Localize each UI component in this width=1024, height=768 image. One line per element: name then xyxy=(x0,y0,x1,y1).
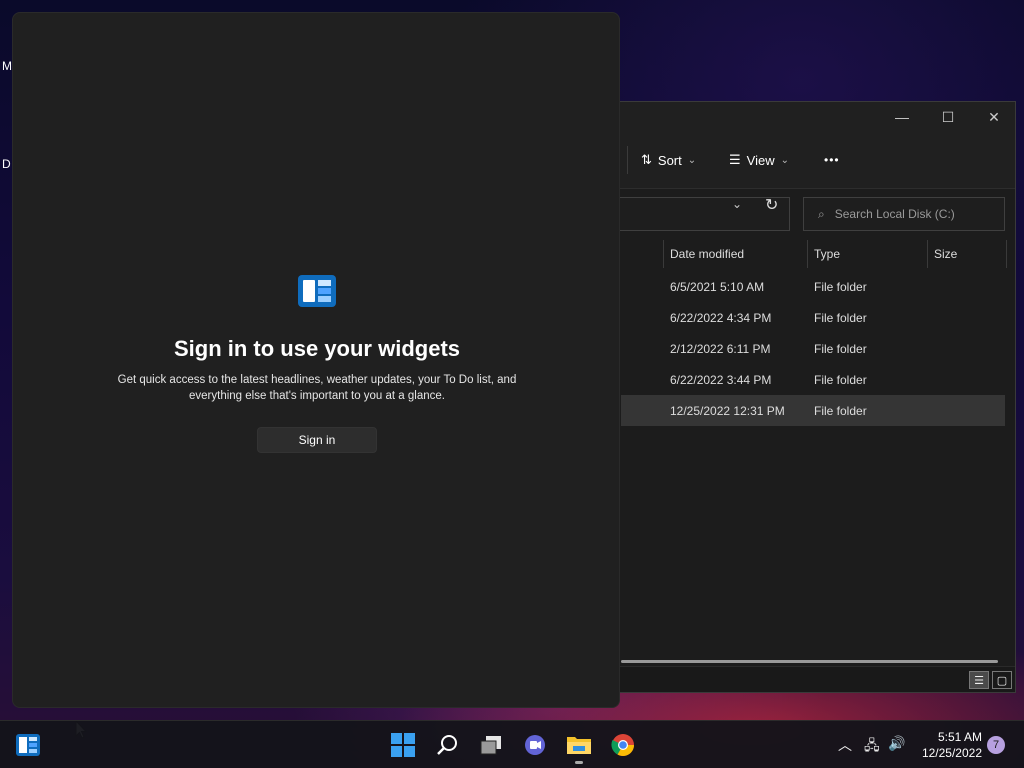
file-list: 6/5/2021 5:10 AM File folder 6/22/2022 4… xyxy=(621,271,1005,426)
tiles-view-icon[interactable]: ▢ xyxy=(992,671,1012,689)
widgets-icon xyxy=(298,275,336,307)
address-row: ⌄ ↻ ⌕ Search Local Disk (C:) xyxy=(601,189,1015,241)
table-row[interactable]: 6/22/2022 3:44 PM File folder xyxy=(621,364,1005,395)
search-box[interactable]: ⌕ Search Local Disk (C:) xyxy=(803,197,1005,231)
cell-type: File folder xyxy=(814,342,867,356)
more-options-button[interactable]: ••• xyxy=(824,148,840,172)
table-row-selected[interactable]: 12/25/2022 12:31 PM File folder xyxy=(621,395,1005,426)
cell-date: 6/22/2022 3:44 PM xyxy=(670,373,772,387)
search-placeholder: Search Local Disk (C:) xyxy=(834,207,955,221)
table-row[interactable]: 2/12/2022 6:11 PM File folder xyxy=(621,333,1005,364)
view-icon: ☰ xyxy=(729,152,741,167)
table-row[interactable]: 6/5/2021 5:10 AM File folder xyxy=(621,271,1005,302)
view-button[interactable]: ☰ View ⌄ xyxy=(729,148,789,172)
widgets-panel: Sign in to use your widgets Get quick ac… xyxy=(12,12,620,708)
chevron-down-icon: ⌄ xyxy=(780,154,789,166)
search-icon: ⌕ xyxy=(818,206,825,221)
search-icon[interactable] xyxy=(433,731,461,759)
clock[interactable]: 5:51 AM 12/25/2022 xyxy=(922,729,982,761)
minimize-button[interactable]: — xyxy=(879,102,925,132)
address-bar[interactable] xyxy=(601,197,790,231)
notification-badge[interactable]: 7 xyxy=(987,736,1005,754)
cell-date: 6/22/2022 4:34 PM xyxy=(670,311,772,325)
desktop-icon-label[interactable]: D xyxy=(2,157,11,171)
volume-icon[interactable]: 🔊 xyxy=(888,735,905,752)
widgets-icon[interactable] xyxy=(14,731,42,759)
refresh-icon[interactable]: ↻ xyxy=(765,195,778,215)
column-header-type[interactable]: Type xyxy=(807,240,927,268)
status-bar: ☰ ▢ xyxy=(601,666,1015,692)
cell-type: File folder xyxy=(814,373,867,387)
cell-date: 2/12/2022 6:11 PM xyxy=(670,342,771,356)
taskbar: ︿ 🖧 🔊 5:51 AM 12/25/2022 7 xyxy=(0,720,1024,768)
close-button[interactable]: ✕ xyxy=(971,102,1017,132)
details-view-icon[interactable]: ☰ xyxy=(969,671,989,689)
clock-date: 12/25/2022 xyxy=(921,746,982,760)
file-explorer-window: — ☐ ✕ ⇅ Sort ⌄ ☰ View ⌄ ••• ⌄ ↻ ⌕ Search… xyxy=(600,101,1016,693)
maximize-button[interactable]: ☐ xyxy=(925,102,971,132)
sort-icon: ⇅ xyxy=(641,152,652,167)
clock-time: 5:51 AM xyxy=(937,730,982,744)
widgets-title: Sign in to use your widgets xyxy=(173,336,461,361)
teams-chat-icon[interactable] xyxy=(521,731,549,759)
cell-date: 6/5/2021 5:10 AM xyxy=(670,280,765,294)
desktop-icon-label[interactable]: M xyxy=(2,59,12,73)
horizontal-scrollbar[interactable] xyxy=(621,660,998,663)
toolbar-divider xyxy=(627,146,628,174)
table-row[interactable]: 6/22/2022 4:34 PM File folder xyxy=(621,302,1005,333)
start-icon[interactable] xyxy=(389,731,417,759)
cell-type: File folder xyxy=(814,404,867,418)
sort-label: Sort xyxy=(657,152,682,168)
running-indicator xyxy=(575,761,583,764)
cell-type: File folder xyxy=(814,280,867,294)
view-label: View xyxy=(746,152,775,168)
sort-button[interactable]: ⇅ Sort ⌄ xyxy=(641,148,696,172)
column-header-date[interactable]: Date modified xyxy=(663,240,807,268)
show-hidden-icons-chevron-icon[interactable]: ︿ xyxy=(838,735,852,755)
file-explorer-icon[interactable] xyxy=(565,731,593,759)
title-bar[interactable]: — ☐ ✕ xyxy=(601,102,1015,132)
command-bar: ⇅ Sort ⌄ ☰ View ⌄ ••• xyxy=(601,132,1015,189)
chevron-down-icon: ⌄ xyxy=(687,154,697,166)
column-headers: Date modified Type Size xyxy=(621,240,1008,268)
chrome-icon[interactable] xyxy=(609,731,637,759)
cell-date: 12/25/2022 12:31 PM xyxy=(670,404,785,418)
network-icon[interactable]: 🖧 xyxy=(864,735,880,759)
task-view-icon[interactable] xyxy=(477,731,505,759)
sign-in-button[interactable]: Sign in xyxy=(257,427,377,453)
column-header-size[interactable]: Size xyxy=(927,240,1007,268)
cell-type: File folder xyxy=(814,311,867,325)
widgets-description: Get quick access to the latest headlines… xyxy=(117,374,517,402)
address-history-chevron-icon[interactable]: ⌄ xyxy=(732,197,742,211)
